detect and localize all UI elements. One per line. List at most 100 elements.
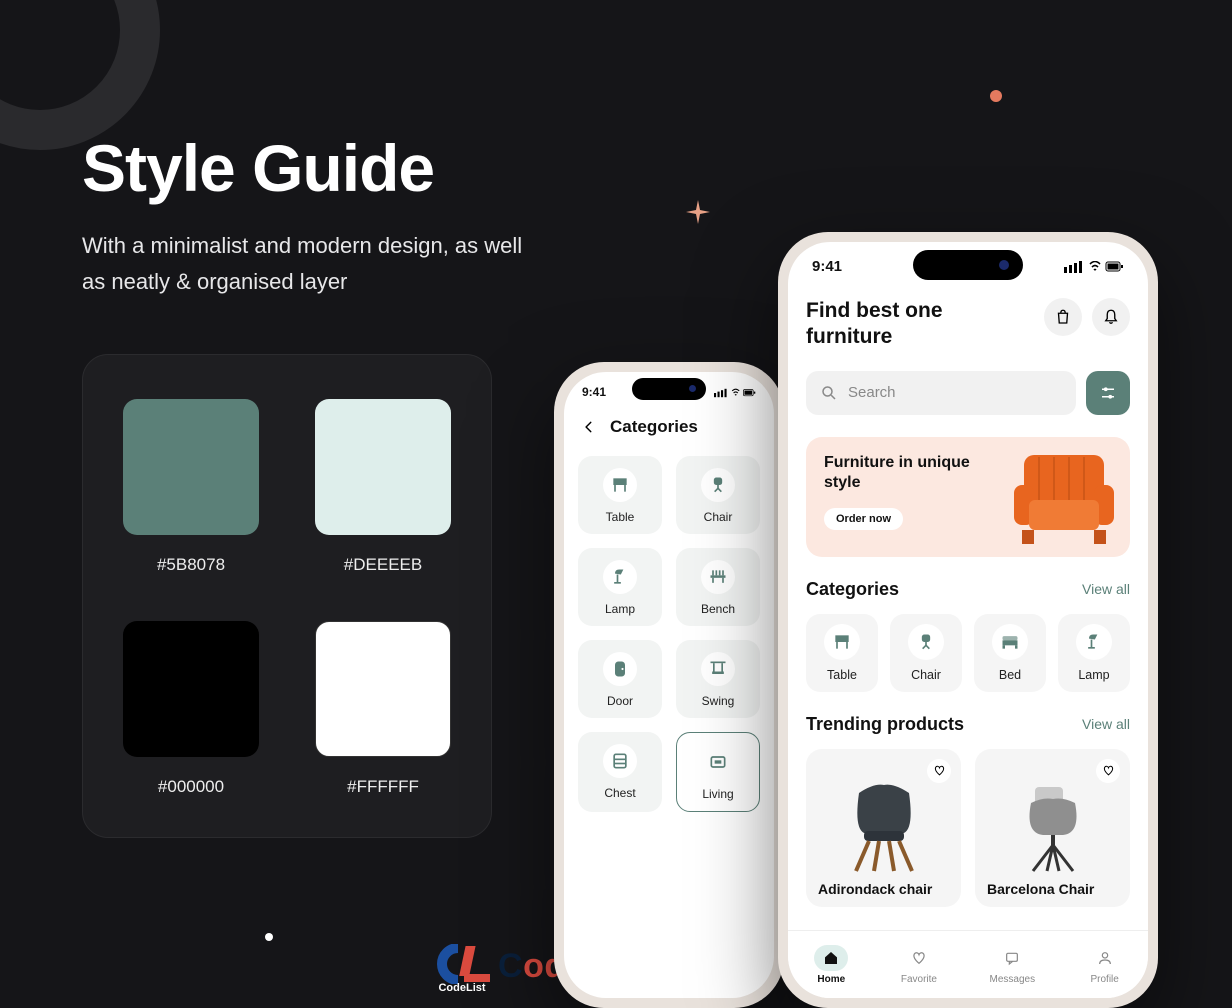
category-label: Swing <box>702 694 735 708</box>
phone-notch <box>632 378 706 400</box>
chip-primary <box>123 399 259 535</box>
bag-icon <box>1054 308 1072 326</box>
category-chest[interactable]: Chest <box>578 732 662 812</box>
tab-home[interactable]: Home <box>814 945 848 985</box>
product-name: Adirondack chair <box>818 881 949 897</box>
category-label: Bench <box>701 602 735 616</box>
chair-icon <box>701 468 735 502</box>
category-door[interactable]: Door <box>578 640 662 718</box>
section-title-categories: Categories <box>806 579 899 600</box>
banner-order-button[interactable]: Order now <box>824 508 903 530</box>
tab-messages[interactable]: Messages <box>990 945 1036 985</box>
chat-icon <box>995 945 1029 971</box>
category-chair[interactable]: Chair <box>890 614 962 692</box>
chair-icon <box>908 624 944 660</box>
search-input[interactable]: Search <box>806 371 1076 415</box>
tab-label: Home <box>817 974 845 985</box>
category-living[interactable]: Living <box>676 732 760 812</box>
category-label: Living <box>702 787 733 801</box>
sliders-icon <box>1099 384 1117 402</box>
spark-icon <box>686 200 710 224</box>
favorite-button[interactable] <box>927 759 951 783</box>
watermark-sublabel: CodeList <box>438 982 485 994</box>
view-all-categories[interactable]: View all <box>1082 581 1130 597</box>
category-chair[interactable]: Chair <box>676 456 760 534</box>
favorite-button[interactable] <box>1096 759 1120 783</box>
section-title-trending: Trending products <box>806 714 964 735</box>
category-label: Door <box>607 694 633 708</box>
swatch-primary: #5B8078 <box>119 399 263 575</box>
category-label: Table <box>827 668 857 682</box>
user-icon <box>1088 945 1122 971</box>
category-label: Bed <box>999 668 1021 682</box>
chip-secondary <box>315 399 451 535</box>
status-time: 9:41 <box>812 258 842 275</box>
category-label: Chest <box>604 786 635 800</box>
decorative-dot-white <box>265 933 273 941</box>
page-subtitle: With a minimalist and modern design, as … <box>82 228 542 301</box>
banner-title: Furniture in unique style <box>824 453 974 495</box>
back-button[interactable] <box>578 416 600 438</box>
category-label: Chair <box>704 510 733 524</box>
lamp-icon <box>1076 624 1112 660</box>
category-bench[interactable]: Bench <box>676 548 760 626</box>
filter-button[interactable] <box>1086 371 1130 415</box>
swing-icon <box>701 652 735 686</box>
promo-banner[interactable]: Furniture in unique style Order now <box>806 437 1130 557</box>
chip-black <box>123 621 259 757</box>
product-name: Barcelona Chair <box>987 881 1118 897</box>
door-icon <box>603 652 637 686</box>
tab-label: Favorite <box>901 974 937 985</box>
bench-icon <box>701 560 735 594</box>
living-icon <box>701 745 735 779</box>
page-title: Style Guide <box>82 130 542 206</box>
status-icons <box>1064 258 1124 275</box>
tab-label: Profile <box>1090 974 1118 985</box>
bed-icon <box>992 624 1028 660</box>
search-icon <box>820 384 838 402</box>
phone-mockup-categories: 9:41 Categories Table Chair <box>554 362 784 1008</box>
status-time: 9:41 <box>582 385 606 399</box>
home-title-line2: furniture <box>806 324 943 350</box>
lamp-icon <box>603 560 637 594</box>
swatch-label: #000000 <box>158 777 224 797</box>
search-placeholder: Search <box>848 384 896 401</box>
swatch-label: #DEEEEB <box>344 555 422 575</box>
category-lamp[interactable]: Lamp <box>578 548 662 626</box>
bottom-tabbar: Home Favorite Messages Profile <box>788 930 1148 998</box>
heart-icon <box>902 945 936 971</box>
swatch-black: #000000 <box>119 621 263 797</box>
tab-profile[interactable]: Profile <box>1088 945 1122 985</box>
notifications-button[interactable] <box>1092 298 1130 336</box>
chest-icon <box>603 744 637 778</box>
category-lamp[interactable]: Lamp <box>1058 614 1130 692</box>
bell-icon <box>1102 308 1120 326</box>
decorative-ring <box>0 0 160 150</box>
product-card[interactable]: Adirondack chair <box>806 749 961 907</box>
watermark-logo: CodeList <box>436 944 492 996</box>
table-icon <box>603 468 637 502</box>
phone-notch <box>913 250 1023 280</box>
home-title-line1: Find best one <box>806 298 943 324</box>
heart-icon <box>933 764 946 777</box>
category-label: Lamp <box>1078 668 1109 682</box>
category-table[interactable]: Table <box>578 456 662 534</box>
category-bed[interactable]: Bed <box>974 614 1046 692</box>
heart-icon <box>1102 764 1115 777</box>
swatch-white: #FFFFFF <box>311 621 455 797</box>
decorative-dot-orange <box>990 90 1002 102</box>
screen-title: Categories <box>610 417 698 437</box>
category-label: Lamp <box>605 602 635 616</box>
status-icons <box>714 385 756 399</box>
cart-button[interactable] <box>1044 298 1082 336</box>
product-card[interactable]: Barcelona Chair <box>975 749 1130 907</box>
table-icon <box>824 624 860 660</box>
swatch-secondary: #DEEEEB <box>311 399 455 575</box>
category-label: Table <box>606 510 635 524</box>
tab-favorite[interactable]: Favorite <box>901 945 937 985</box>
view-all-trending[interactable]: View all <box>1082 716 1130 732</box>
category-table[interactable]: Table <box>806 614 878 692</box>
tab-label: Messages <box>990 974 1036 985</box>
swatch-label: #5B8078 <box>157 555 225 575</box>
category-swing[interactable]: Swing <box>676 640 760 718</box>
